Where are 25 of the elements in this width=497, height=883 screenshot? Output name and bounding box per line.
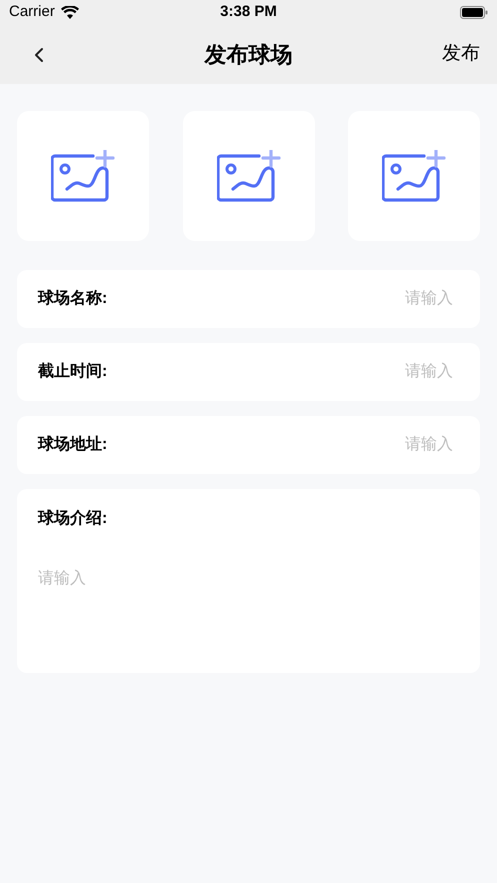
add-image-icon xyxy=(382,150,446,202)
input-field[interactable]: 请输入 xyxy=(148,360,459,384)
back-icon xyxy=(34,46,44,62)
status-time: 3:38 PM xyxy=(220,2,277,22)
field-label: 球场名称: xyxy=(38,288,108,309)
page-title: 发布球场 xyxy=(204,41,292,69)
battery-icon xyxy=(460,6,488,19)
image-upload-tile[interactable] xyxy=(17,111,149,241)
add-image-icon xyxy=(216,150,280,202)
field-label: 球场地址: xyxy=(38,434,108,455)
input-field[interactable]: 请输入 xyxy=(148,433,459,457)
text-area-field[interactable]: 球场介绍: 请输入 xyxy=(17,489,480,673)
field-label: 截止时间: xyxy=(38,362,108,382)
publish-button[interactable]: 发布 xyxy=(436,40,480,69)
form-field[interactable]: 球场名称: 请输入 xyxy=(17,270,480,328)
form-field[interactable]: 截止时间: 请输入 xyxy=(17,343,480,401)
text-area[interactable]: 请输入 xyxy=(38,567,459,657)
add-image-icon xyxy=(51,150,115,202)
carrier-label: Carrier xyxy=(9,2,55,22)
form-field[interactable]: 球场地址: 请输入 xyxy=(17,416,480,474)
field-label: 球场介绍: xyxy=(38,508,108,529)
image-upload-tile[interactable] xyxy=(348,111,480,241)
wifi-icon xyxy=(60,6,79,19)
input-field[interactable]: 请输入 xyxy=(148,287,459,311)
image-upload-tile[interactable] xyxy=(182,111,314,241)
